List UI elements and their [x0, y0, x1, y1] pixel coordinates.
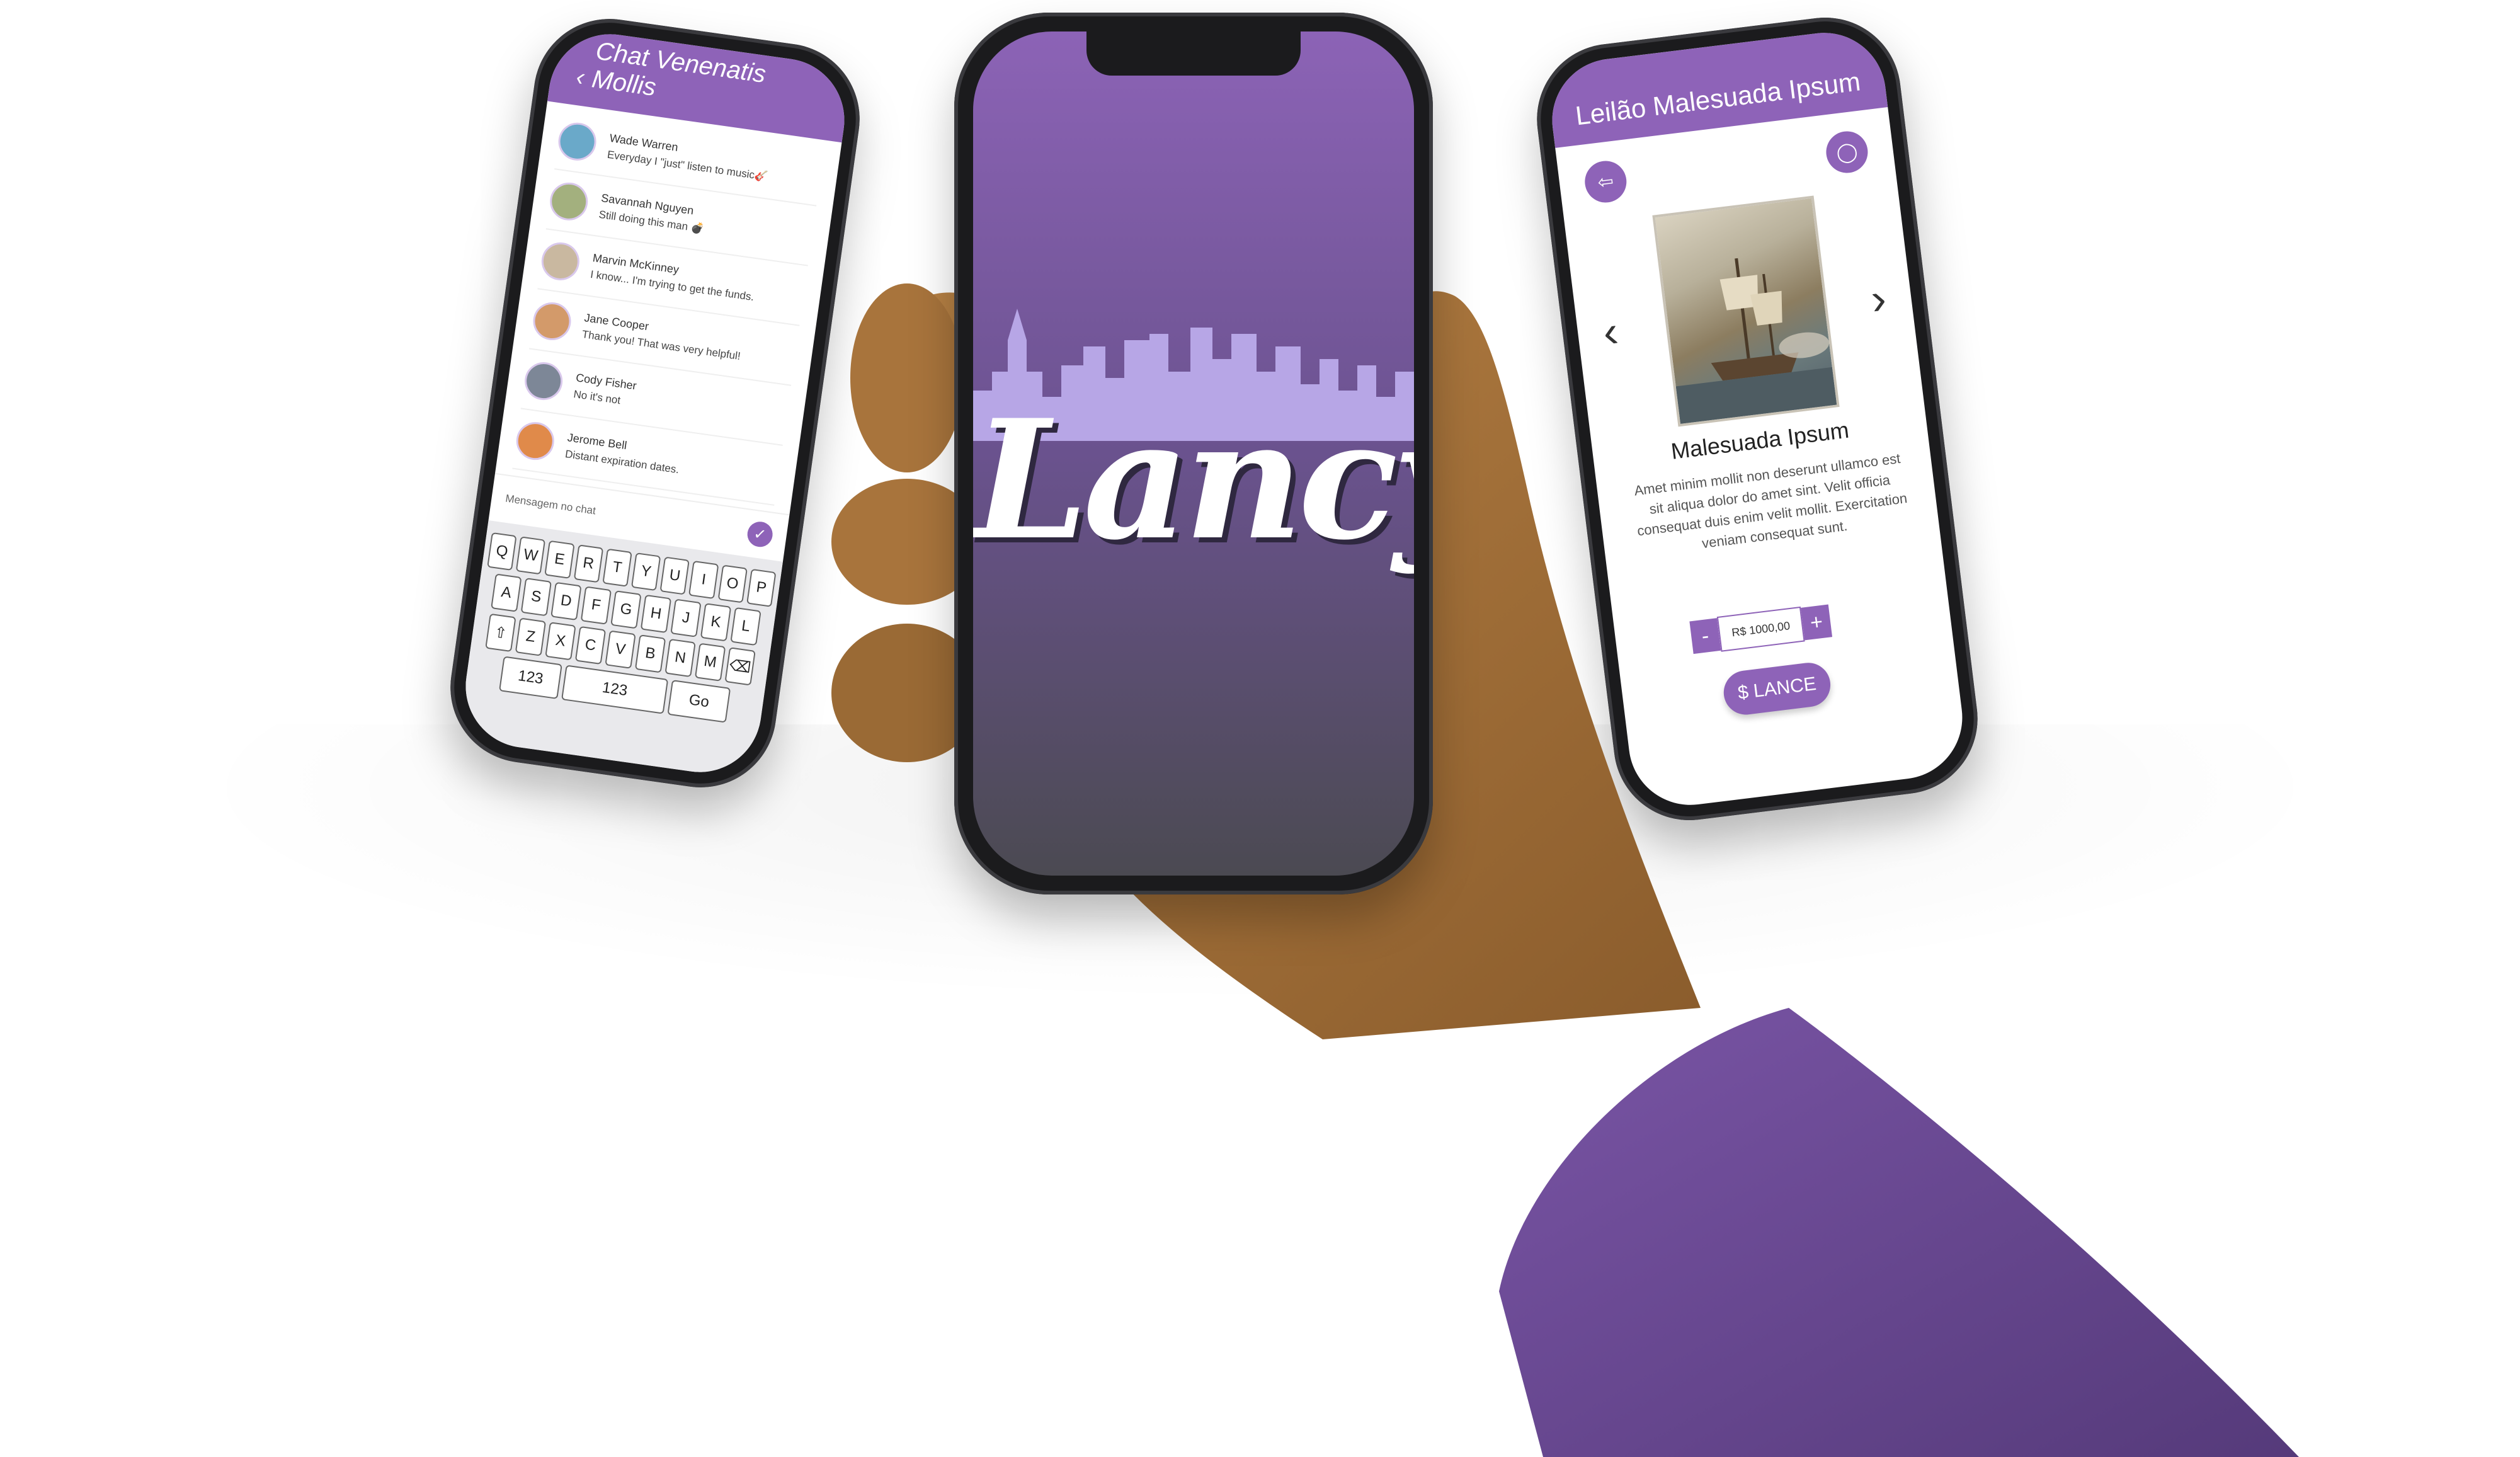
splash-phone: Lancy: [954, 13, 1433, 894]
splash-screen: Lancy: [973, 31, 1414, 876]
app-logo: Lancy: [973, 384, 1414, 576]
phone-notch: [1086, 31, 1301, 76]
